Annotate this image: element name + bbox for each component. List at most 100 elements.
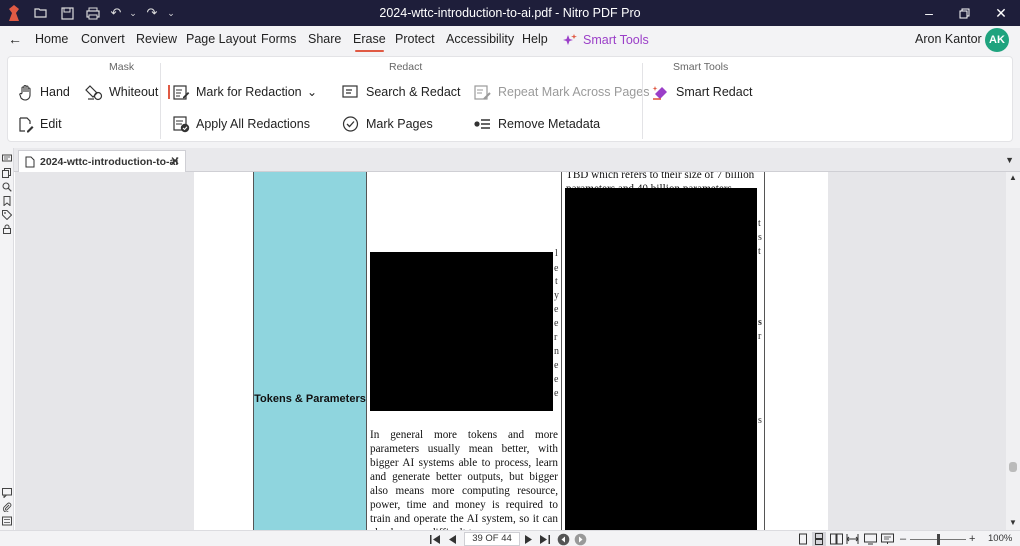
- zoom-in-icon[interactable]: +: [969, 532, 975, 546]
- save-icon[interactable]: [54, 0, 80, 26]
- continuous-view-icon[interactable]: [812, 532, 826, 546]
- bookmarks-panel-icon[interactable]: [2, 196, 12, 206]
- redaction-mark[interactable]: [370, 252, 553, 411]
- next-view-icon[interactable]: [574, 532, 587, 546]
- print-icon[interactable]: [80, 0, 106, 26]
- group-label-mask: Mask: [109, 61, 135, 73]
- two-page-view-icon[interactable]: [830, 532, 843, 546]
- scroll-up-icon[interactable]: ▲: [1009, 173, 1017, 182]
- sparkle-icon: [563, 34, 577, 45]
- mark-for-redaction-label: Mark for Redaction: [196, 85, 302, 99]
- menu-erase[interactable]: Erase: [353, 26, 386, 54]
- zoom-level[interactable]: 100%: [988, 533, 1012, 544]
- tab-list-dropdown-icon[interactable]: ▼: [1005, 155, 1014, 165]
- page-number-field[interactable]: 39 OF 44: [464, 532, 520, 546]
- menu-help[interactable]: Help: [522, 26, 548, 54]
- mark-pages-icon: [342, 116, 359, 132]
- whiteout-label: Whiteout: [109, 85, 159, 99]
- clipped-text-fragment: t: [555, 276, 558, 287]
- document-tab-label: 2024-wttc-introduction-to-ai: [40, 155, 179, 168]
- undo-icon[interactable]: ↶: [106, 0, 126, 26]
- comments-panel-icon[interactable]: [2, 154, 12, 164]
- next-page-icon[interactable]: [524, 532, 534, 546]
- clipped-text-fragment: y: [554, 290, 559, 301]
- fit-page-icon[interactable]: [864, 532, 877, 546]
- menu-convert[interactable]: Convert: [81, 26, 125, 54]
- vertical-scrollbar[interactable]: ▲ ▼: [1006, 172, 1020, 530]
- scrollbar-thumb[interactable]: [1009, 462, 1017, 472]
- menu-review[interactable]: Review: [136, 26, 177, 54]
- apply-all-redactions-label: Apply All Redactions: [196, 117, 310, 131]
- back-arrow-icon[interactable]: ←: [8, 26, 22, 54]
- mark-pages-button[interactable]: Mark Pages: [342, 113, 433, 135]
- pdf-page[interactable]: Tokens & Parameters TBD which refers to …: [194, 172, 828, 530]
- open-folder-icon[interactable]: [28, 0, 54, 26]
- scroll-down-icon[interactable]: ▼: [1009, 518, 1017, 527]
- menu-page-layout[interactable]: Page Layout: [186, 26, 256, 54]
- repeat-mark-label: Repeat Mark Across Pages: [498, 85, 650, 99]
- smart-redact-button[interactable]: Smart Redact: [652, 81, 752, 103]
- table-label-cell: Tokens & Parameters: [253, 172, 367, 530]
- close-tab-icon[interactable]: ✕: [170, 154, 180, 168]
- zoom-out-icon[interactable]: –: [900, 532, 906, 546]
- menu-forms[interactable]: Forms: [261, 26, 296, 54]
- document-tab[interactable]: 2024-wttc-introduction-to-ai ✕: [18, 150, 186, 172]
- menu-home[interactable]: Home: [35, 26, 68, 54]
- search-redact-button[interactable]: Search & Redact: [342, 81, 461, 103]
- close-window-icon[interactable]: ✕: [983, 0, 1019, 26]
- mark-redaction-dropdown[interactable]: ⌄: [307, 81, 317, 103]
- first-page-icon[interactable]: [429, 532, 441, 546]
- apply-all-redactions-button[interactable]: Apply All Redactions: [173, 113, 310, 135]
- clipped-text-fragment: e: [554, 318, 559, 329]
- repeat-mark-icon: [474, 84, 491, 100]
- menu-smart-tools[interactable]: Smart Tools: [563, 26, 649, 54]
- redaction-mark[interactable]: [565, 188, 757, 530]
- search-panel-icon[interactable]: [2, 182, 12, 192]
- clipped-text-fragment: e: [554, 374, 559, 385]
- redo-dropdown-icon[interactable]: ⌄: [164, 0, 178, 26]
- clipped-text-fragment: l: [555, 248, 558, 259]
- menu-share[interactable]: Share: [308, 26, 341, 54]
- edit-label: Edit: [40, 117, 62, 131]
- layers-panel-icon[interactable]: [2, 516, 12, 526]
- menu-protect[interactable]: Protect: [395, 26, 435, 54]
- clipped-text-fragment: e: [554, 388, 559, 399]
- remove-metadata-label: Remove Metadata: [498, 117, 601, 131]
- previous-view-icon[interactable]: [557, 532, 570, 546]
- security-panel-icon[interactable]: [2, 224, 12, 234]
- group-label-redact: Redact: [389, 61, 423, 73]
- ribbon: Mask Redact Smart Tools Hand Edit Whiteo…: [7, 56, 1013, 142]
- table-label-text: Tokens & Parameters: [254, 393, 366, 405]
- document-viewport[interactable]: Tokens & Parameters TBD which refers to …: [15, 172, 1006, 530]
- clipped-text-fragment: n: [554, 346, 559, 357]
- fit-width-icon[interactable]: [846, 532, 859, 546]
- menu-accessibility[interactable]: Accessibility: [446, 26, 514, 54]
- single-page-view-icon[interactable]: [798, 532, 808, 546]
- last-page-icon[interactable]: [539, 532, 551, 546]
- hand-label: Hand: [40, 85, 70, 99]
- ribbon-area: Mask Redact Smart Tools Hand Edit Whiteo…: [0, 54, 1020, 148]
- redo-icon[interactable]: ↷: [140, 0, 164, 26]
- restore-icon[interactable]: [946, 0, 982, 26]
- hand-button[interactable]: Hand: [18, 81, 70, 103]
- pages-panel-icon[interactable]: [2, 168, 12, 178]
- previous-page-icon[interactable]: [447, 532, 457, 546]
- presentation-mode-icon[interactable]: [881, 532, 894, 546]
- clipped-text-fragment: e: [554, 360, 559, 371]
- mark-for-redaction-button[interactable]: Mark for Redaction: [173, 81, 302, 103]
- minimize-icon[interactable]: –: [911, 0, 947, 26]
- tags-panel-icon[interactable]: [2, 210, 12, 220]
- repeat-mark-button[interactable]: Repeat Mark Across Pages: [474, 81, 649, 103]
- remove-metadata-button[interactable]: Remove Metadata: [474, 113, 600, 135]
- document-icon: [25, 156, 35, 167]
- whiteout-button[interactable]: Whiteout: [85, 81, 158, 103]
- comment-panel-icon[interactable]: [2, 488, 12, 498]
- edit-button[interactable]: Edit: [18, 113, 62, 135]
- clipped-text-fragment: s: [758, 232, 762, 243]
- attachment-panel-icon[interactable]: [2, 502, 12, 512]
- avatar[interactable]: AK: [985, 28, 1009, 52]
- document-tab-strip: 2024-wttc-introduction-to-ai ✕ ▼: [0, 148, 1020, 172]
- undo-dropdown-icon[interactable]: ⌄: [126, 0, 140, 26]
- zoom-slider-thumb[interactable]: [937, 534, 940, 545]
- smart-redact-label: Smart Redact: [676, 85, 753, 99]
